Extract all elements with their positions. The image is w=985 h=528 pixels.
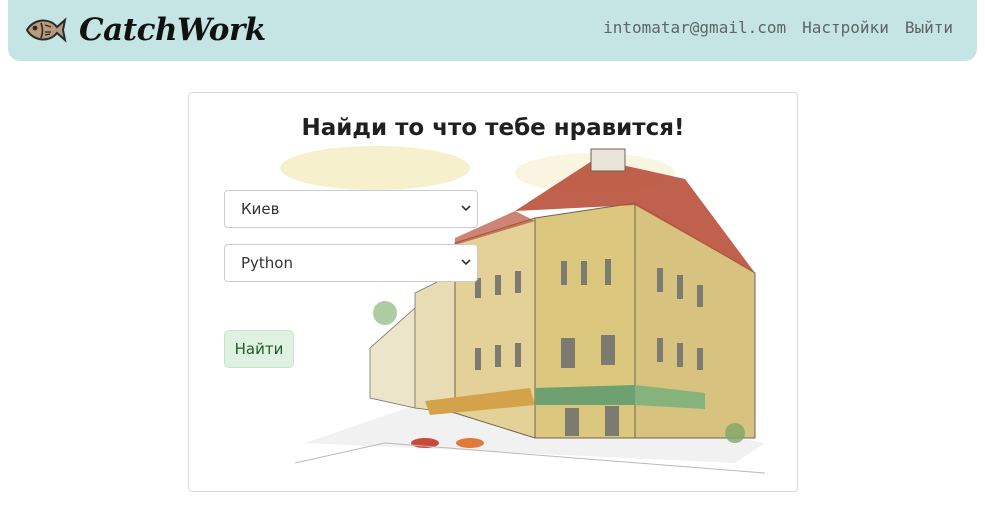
brand[interactable]: CatchWork [23, 9, 266, 51]
language-select[interactable]: Python [224, 244, 478, 282]
nav-links: intomatar@gmail.com Настройки Выйти [603, 18, 953, 37]
search-button[interactable]: Найти [224, 330, 294, 368]
language-select-value: Python [241, 254, 293, 272]
chevron-down-icon [461, 205, 471, 212]
logout-link[interactable]: Выйти [905, 18, 953, 37]
settings-link[interactable]: Настройки [802, 18, 889, 37]
search-card: Найди то что тебе нравится! Киев Python … [188, 92, 798, 492]
navbar: CatchWork intomatar@gmail.com Настройки … [8, 0, 977, 61]
user-email-link[interactable]: intomatar@gmail.com [603, 18, 786, 37]
fish-icon [25, 17, 67, 43]
city-select-value: Киев [241, 200, 280, 218]
chevron-down-icon [461, 259, 471, 266]
city-select[interactable]: Киев [224, 190, 478, 228]
brand-name: CatchWork [79, 12, 266, 48]
search-title: Найди то что тебе нравится! [301, 115, 685, 141]
